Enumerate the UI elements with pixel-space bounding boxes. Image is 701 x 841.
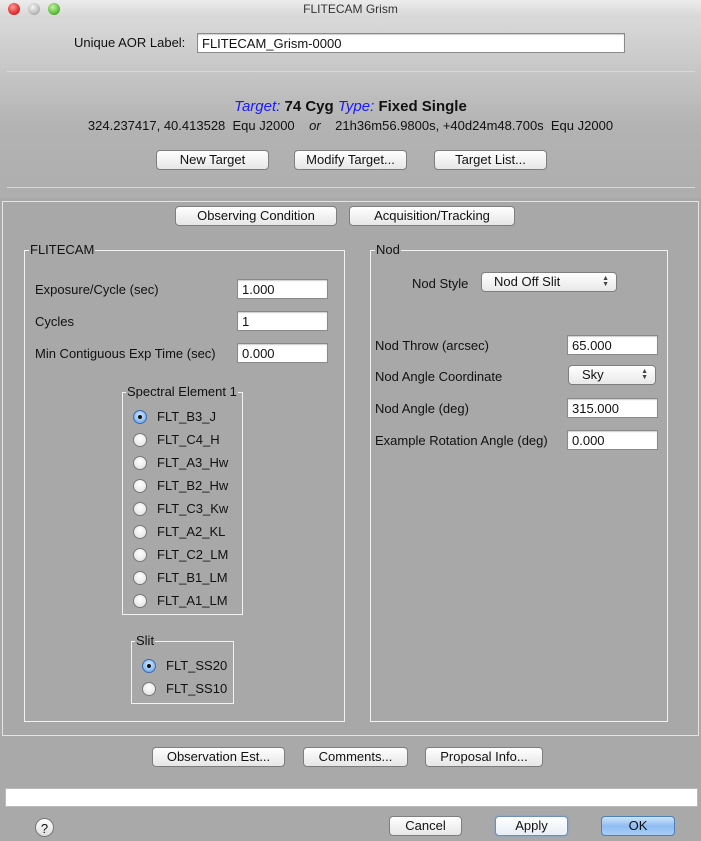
spectral-element-option-label[interactable]: FLT_A3_Hw [157, 455, 228, 471]
spectral-element-title: Spectral Element 1 [126, 384, 238, 399]
spectral-element-radio[interactable] [133, 525, 147, 539]
cycles-input[interactable]: 1 [237, 311, 328, 331]
spectral-element-radio[interactable] [133, 571, 147, 585]
spectral-element-radio[interactable] [133, 456, 147, 470]
nod-angle-coordinate-value: Sky [582, 367, 604, 382]
cycles-label: Cycles [35, 314, 75, 329]
apply-button[interactable]: Apply [495, 816, 568, 836]
divider [7, 187, 695, 188]
slit-option-label[interactable]: FLT_SS10 [166, 681, 227, 697]
slit-radio[interactable] [142, 659, 156, 673]
help-button[interactable]: ? [35, 818, 54, 837]
type-key: Type: [337, 98, 375, 115]
spectral-element-option-label[interactable]: FLT_B2_Hw [157, 478, 228, 494]
nod-group: Nod [370, 243, 668, 722]
minimize-window-button[interactable] [28, 3, 40, 15]
min-exp-label: Min Contiguous Exp Time (sec) [35, 346, 216, 361]
exposure-input[interactable]: 1.000 [237, 279, 328, 299]
spectral-element-radio[interactable] [133, 410, 147, 424]
spectral-element-option-label[interactable]: FLT_A1_LM [157, 593, 228, 609]
close-window-button[interactable] [8, 3, 20, 15]
coords-decimal: 324.237417, 40.413528 Equ J2000 [87, 118, 295, 133]
spectral-element-option-label[interactable]: FLT_A2_KL [157, 524, 225, 540]
proposal-info-button[interactable]: Proposal Info... [425, 747, 543, 767]
target-key: Target: [234, 98, 281, 115]
spectral-element-option-label[interactable]: FLT_C3_Kw [157, 501, 228, 517]
slit-radio[interactable] [142, 682, 156, 696]
ok-button[interactable]: OK [601, 816, 675, 836]
target-summary: Target: 74 Cyg Type: Fixed Single [0, 98, 701, 115]
nod-angle-input[interactable]: 315.000 [567, 398, 658, 418]
title-bar: FLITECAM Grism [0, 0, 701, 18]
nod-style-select[interactable]: Nod Off Slit ▲ ▼ [481, 272, 617, 292]
modify-target-button[interactable]: Modify Target... [294, 150, 407, 170]
updown-arrows-icon: ▲ ▼ [641, 368, 648, 381]
spectral-element-option-label[interactable]: FLT_B1_LM [157, 570, 228, 586]
spectral-element-radio[interactable] [133, 433, 147, 447]
spectral-element-radio[interactable] [133, 594, 147, 608]
divider [7, 71, 695, 72]
aor-label-input[interactable]: FLITECAM_Grism-0000 [197, 33, 625, 53]
spectral-element-option-label[interactable]: FLT_B3_J [157, 409, 216, 425]
slit-option-label[interactable]: FLT_SS20 [166, 658, 227, 674]
coords-or: or [309, 118, 321, 133]
new-target-button[interactable]: New Target [156, 150, 269, 170]
status-bar [5, 788, 698, 807]
target-coordinates: 324.237417, 40.413528 Equ J2000 or 21h36… [0, 118, 701, 133]
nod-angle-coordinate-label: Nod Angle Coordinate [375, 369, 503, 384]
spectral-element-option-label[interactable]: FLT_C4_H [157, 432, 220, 448]
coords-sexagesimal: 21h36m56.9800s, +40d24m48.700s Equ J2000 [335, 118, 614, 133]
rotation-angle-label: Example Rotation Angle (deg) [375, 433, 548, 448]
nod-style-label: Nod Style [412, 276, 469, 291]
nod-angle-coordinate-select[interactable]: Sky ▲ ▼ [568, 365, 656, 385]
observing-condition-button[interactable]: Observing Condition [175, 206, 337, 226]
acquisition-tracking-button[interactable]: Acquisition/Tracking [349, 206, 515, 226]
nod-group-title: Nod [375, 242, 401, 257]
spectral-element-radio[interactable] [133, 479, 147, 493]
cancel-button[interactable]: Cancel [389, 816, 462, 836]
target-type: Fixed Single [378, 98, 467, 115]
window-title: FLITECAM Grism [303, 2, 398, 16]
exposure-label: Exposure/Cycle (sec) [35, 282, 159, 297]
comments-button[interactable]: Comments... [303, 747, 408, 767]
observation-est-button[interactable]: Observation Est... [152, 747, 285, 767]
flitecam-group-title: FLITECAM [29, 242, 96, 257]
updown-arrows-icon: ▲ ▼ [602, 275, 609, 288]
target-list-button[interactable]: Target List... [434, 150, 547, 170]
min-exp-input[interactable]: 0.000 [237, 343, 328, 363]
aor-label: Unique AOR Label: [74, 35, 186, 50]
slit-title: Slit [135, 633, 156, 648]
nod-throw-label: Nod Throw (arcsec) [375, 338, 489, 353]
target-name: 74 Cyg [284, 98, 334, 115]
nod-throw-input[interactable]: 65.000 [567, 335, 658, 355]
nod-angle-label: Nod Angle (deg) [375, 401, 469, 416]
spectral-element-radio[interactable] [133, 548, 147, 562]
zoom-window-button[interactable] [48, 3, 60, 15]
spectral-element-radio[interactable] [133, 502, 147, 516]
nod-style-value: Nod Off Slit [494, 274, 561, 289]
rotation-angle-input[interactable]: 0.000 [567, 430, 658, 450]
spectral-element-option-label[interactable]: FLT_C2_LM [157, 547, 228, 563]
